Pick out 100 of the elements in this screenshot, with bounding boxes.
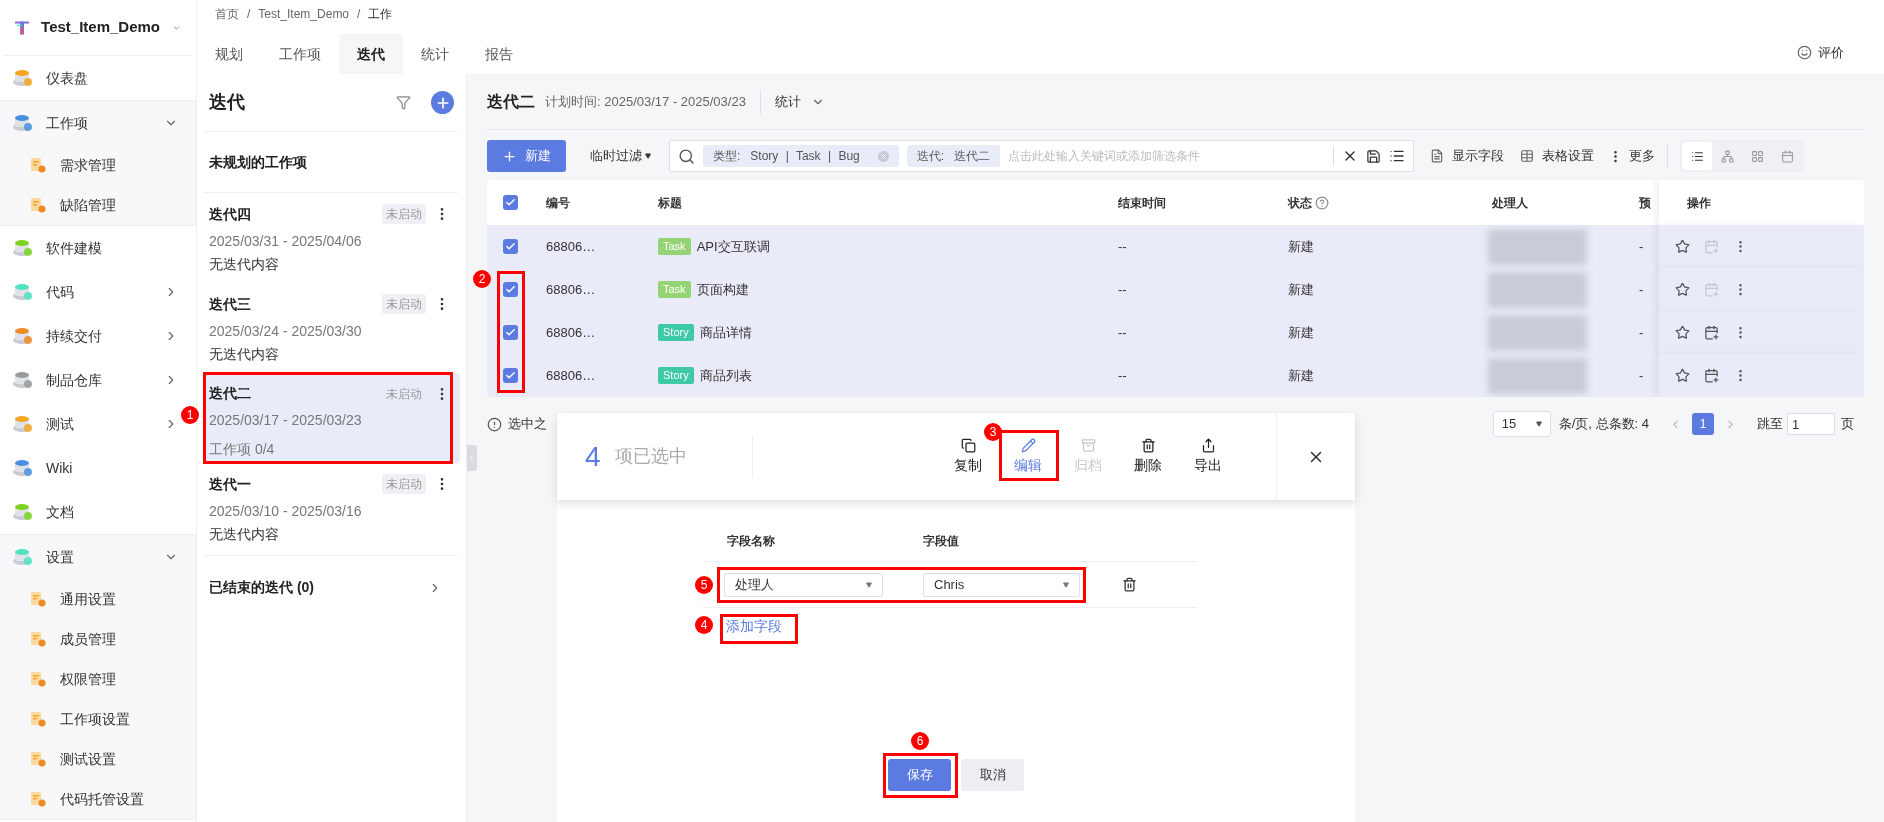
tab[interactable]: 规划 [197,34,261,74]
add-button[interactable] [431,91,454,114]
copy-icon [960,437,976,453]
show-fields-button[interactable]: 显示字段 [1430,146,1504,166]
column-header: 预 [1639,194,1651,212]
iteration-card[interactable]: 迭代三 未启动 2025/03/24 - 2025/03/30 无迭代内容 [203,283,460,373]
cancel-button[interactable]: 取消 [961,759,1024,791]
chevron-left-icon [467,453,477,463]
star-icon[interactable] [1675,368,1690,383]
bulk-action-button[interactable]: 删除 [1123,437,1173,476]
search-input[interactable]: 点击此处输入关键词或添加筛选条件 [1008,147,1325,165]
bulk-action-button[interactable]: 编辑 [1003,437,1053,476]
iteration-card[interactable]: 迭代二 未启动 2025/03/17 - 2025/03/23 工作项 0/4 [203,373,460,463]
feedback-link[interactable]: 评价 [1797,42,1844,62]
checkbox[interactable] [503,282,518,297]
table-settings-button[interactable]: 表格设置 [1520,146,1594,166]
sidebar-subitem[interactable]: 权限管理 [0,659,196,699]
check-icon [505,241,516,252]
filter-chip[interactable]: 迭代: 迭代二 [906,145,1001,167]
item-title-link[interactable]: 商品详情 [699,322,752,343]
add-field-link[interactable]: 添加字段 [726,616,782,637]
collapse-handle[interactable] [467,445,477,471]
highlight-frame [999,430,1059,481]
table-cell-text: -- [1118,323,1128,342]
table-cell-text: 新建 [1288,323,1315,342]
help-icon[interactable] [1315,195,1329,210]
view-toggle[interactable] [1682,142,1712,170]
page-input[interactable]: 1 [1787,413,1835,435]
sidebar-item[interactable]: 工作项 [0,101,178,145]
star-icon[interactable] [1675,282,1690,297]
search-field[interactable]: 类型: Story | Task | Bug 迭代: 迭代二 点击此处输入关键词或添加筛选条件 [669,140,1414,172]
sidebar-subitem[interactable]: 工作项设置 [0,699,196,739]
sidebar-subitem[interactable]: 代码托管设置 [0,779,196,819]
list-icon[interactable] [1389,148,1405,164]
tab[interactable]: 工作项 [261,34,339,74]
breadcrumb-item[interactable]: 工作 [368,5,393,23]
module-icon [12,546,34,568]
tab[interactable]: 统计 [403,34,467,74]
unplanned-items-link[interactable]: 未规划的工作项 [209,151,307,173]
page-size-select[interactable]: 15 [1492,411,1551,437]
iteration-dates: 2025/03/10 - 2025/03/16 [209,502,363,521]
tree-view-icon [1720,149,1734,163]
page-icon [30,791,46,807]
check-icon [505,284,516,295]
table-cell-text: 68806… [546,366,597,385]
breadcrumb-item[interactable]: Test_Item_Demo [258,5,350,23]
sidebar-item[interactable]: 代码 [0,270,178,314]
delete-icon[interactable] [1122,577,1137,592]
page-icon [30,591,46,607]
iteration-dates: 2025/03/31 - 2025/04/06 [209,232,363,251]
checkbox[interactable] [503,368,518,383]
plan-icon[interactable] [1704,368,1719,383]
module-icon [12,281,34,303]
new-button[interactable]: 新建 [487,140,566,172]
star-icon[interactable] [1675,325,1690,340]
field-name-select[interactable]: 处理人 [724,572,883,597]
checkbox[interactable] [503,325,518,340]
item-title-link[interactable]: API交互联调 [696,236,770,257]
table-cell-text: 新建 [1288,366,1315,385]
module-icon [12,413,34,435]
delete-icon [1140,437,1156,453]
breadcrumb-item[interactable]: 首页 [215,5,239,23]
checkbox[interactable] [503,195,518,210]
sidebar-subitem[interactable]: 通用设置 [0,579,196,619]
field-value-select[interactable]: Chris [923,572,1080,597]
star-icon[interactable] [1675,239,1690,254]
item-title-link[interactable]: 页面构建 [696,279,749,300]
sidebar-subitem[interactable]: 测试设置 [0,739,196,779]
filter-chip[interactable]: 类型: Story | Task | Bug [703,145,899,167]
stats-dropdown[interactable]: 统计 [774,91,825,112]
item-title-link[interactable]: 商品列表 [699,365,752,386]
iteration-card[interactable]: 迭代四 未启动 2025/03/31 - 2025/04/06 无迭代内容 [203,193,460,283]
sidebar-subitem[interactable]: 成员管理 [0,619,196,659]
sidebar-item[interactable]: 制品仓库 [0,358,178,402]
iteration-summary: 无迭代内容 [209,525,280,544]
bulk-action-button[interactable]: 导出 [1183,437,1233,476]
sidebar-item[interactable]: 文档 [0,490,178,534]
iteration-card[interactable]: 迭代一 未启动 2025/03/10 - 2025/03/16 无迭代内容 [203,463,460,553]
sidebar-item[interactable]: 设置 [0,535,178,579]
ended-iterations-link[interactable]: 已结束的迭代 (0) [209,577,314,598]
filter-dropdown[interactable]: 临时过滤 [590,146,651,166]
save-icon[interactable] [1366,148,1381,164]
check-icon [505,197,516,208]
sidebar-item[interactable]: Wiki [0,446,178,490]
archive-icon [1080,437,1096,453]
sidebar-item[interactable]: 持续交付 [0,314,178,358]
tab[interactable]: 报告 [467,34,531,74]
sidebar-item[interactable]: 测试 [0,402,178,446]
more-button[interactable]: 更多 [1608,146,1655,166]
tab[interactable]: 迭代 [339,34,403,74]
module-icon [12,501,34,523]
save-button[interactable]: 保存 [888,759,951,791]
sidebar-subitem[interactable]: 需求管理 [0,145,196,185]
sidebar-item[interactable]: 仪表盘 [0,56,178,100]
sidebar-item[interactable]: 软件建模 [0,226,178,270]
plan-icon[interactable] [1704,325,1719,340]
sidebar-subitem[interactable]: 缺陷管理 [0,185,196,225]
filter-icon[interactable] [396,95,411,110]
page-number[interactable]: 1 [1692,413,1714,435]
checkbox[interactable] [503,239,518,254]
